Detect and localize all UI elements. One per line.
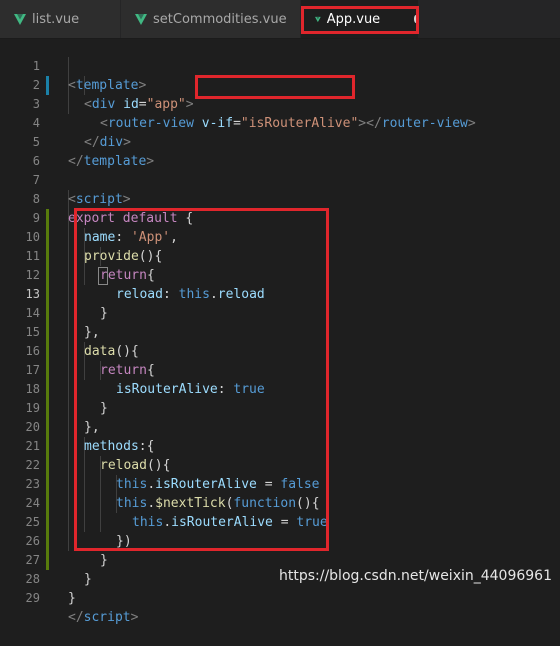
- code-token: script: [83, 610, 131, 625]
- code-line: 1 <template>: [0, 38, 560, 93]
- code-line: 7 <script>: [0, 152, 560, 207]
- annotation-box-provide-block: [74, 208, 329, 551]
- code-editor[interactable]: 1 <template> 2 <div id="app"> 3 <router-…: [0, 38, 560, 625]
- watermark-text: https://blog.csdn.net/weixin_44096961: [278, 568, 552, 584]
- annotation-box-v-if: [195, 75, 355, 99]
- code-token: >: [130, 610, 139, 625]
- code-line: 8 export default {: [0, 171, 560, 226]
- code-line: 9 name: 'App',: [0, 190, 560, 245]
- vue-icon: [135, 13, 147, 25]
- code-line: 2 <div id="app">: [0, 57, 560, 112]
- tab-setcommodities-vue[interactable]: setCommodities.vue: [121, 0, 301, 38]
- code-line: 6: [0, 133, 560, 168]
- tab-list-vue[interactable]: list.vue: [0, 0, 121, 38]
- tab-label: list.vue: [32, 11, 80, 27]
- code-line: 5 </template>: [0, 114, 560, 169]
- tab-bar: list.vue setCommodities.vue App.vue: [0, 0, 560, 39]
- line-number: 29: [25, 591, 40, 605]
- code-token: }: [68, 591, 76, 606]
- code-token: </: [68, 610, 84, 625]
- vue-icon: [14, 13, 26, 25]
- tab-label: setCommodities.vue: [153, 11, 287, 27]
- annotation-box-active-tab: [301, 6, 419, 34]
